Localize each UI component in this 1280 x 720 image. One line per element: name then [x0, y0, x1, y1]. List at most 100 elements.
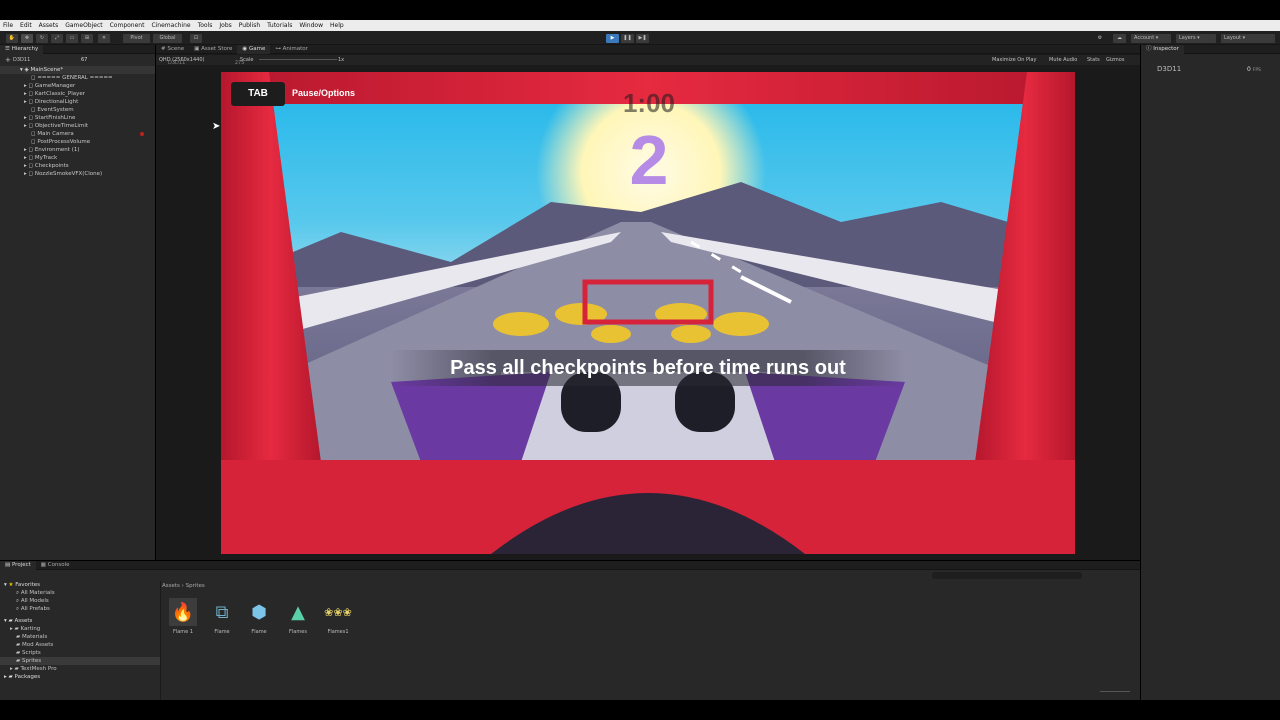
folder-item-label: Mod Assets	[21, 642, 54, 648]
menu-window[interactable]: Window	[299, 22, 323, 29]
cloud-icon[interactable]: ☁	[1113, 34, 1126, 43]
hierarchy-item[interactable]: ▸ ◻ GameManager	[0, 82, 155, 90]
global-toggle[interactable]: Global	[153, 34, 182, 43]
inspector-header: ⓘ Inspector	[1141, 44, 1280, 54]
tab-scene-label: Scene	[167, 45, 185, 52]
tab-inspector[interactable]: ⓘ Inspector	[1141, 44, 1184, 54]
asset-item[interactable]: ⬢ Flame	[244, 598, 274, 636]
scale-slider[interactable]	[259, 59, 337, 60]
folder-item[interactable]: ▸ ▰ Karting	[0, 625, 160, 633]
hierarchy-item[interactable]: ▸ ◻ NozzleSmokeVFX(Clone)	[0, 170, 155, 178]
view-tabs: # Scene ▣ Asset Store ◉ Game ⊶ Animator	[156, 44, 1140, 54]
hierarchy-item[interactable]: ▸ ◻ Checkpoints	[0, 162, 155, 170]
asset-item[interactable]: 🔥 Flame 1	[168, 598, 198, 635]
menu-publish[interactable]: Publish	[239, 22, 260, 29]
gizmos-dropdown[interactable]: Gizmos	[1106, 57, 1124, 63]
menu-component[interactable]: Component	[110, 22, 145, 29]
folder-item[interactable]: ▸ ▰ TextMesh Pro	[0, 665, 160, 673]
favorite-item[interactable]: ⌕ All Models	[0, 597, 160, 605]
step-button[interactable]: ▶❚	[636, 34, 649, 43]
rect-tool-icon[interactable]: ▭	[66, 34, 78, 43]
mute-audio-toggle[interactable]: Mute Audio	[1049, 57, 1077, 63]
asset-item[interactable]: ❀❀❀ Flames1	[321, 598, 355, 636]
menu-file[interactable]: File	[3, 22, 13, 29]
mouse-cursor-icon: ➤	[212, 121, 221, 132]
menu-cinemachine[interactable]: Cinemachine	[151, 22, 190, 29]
zoom-slider[interactable]	[1100, 691, 1130, 692]
play-button[interactable]: ▶	[606, 34, 619, 43]
hierarchy-item[interactable]: ▸ ◻ KartClassic_Player	[0, 90, 155, 98]
project-tabs: ▤ Project ▦ Console	[0, 560, 1140, 570]
menu-tutorials[interactable]: Tutorials	[267, 22, 292, 29]
packages-header[interactable]: ▸ ▰ Packages	[0, 673, 160, 681]
game-render[interactable]: TAB Pause/Options 1:00 2 Pass all checkp…	[221, 72, 1075, 554]
stats-toggle[interactable]: Stats	[1087, 57, 1100, 63]
favorite-item-label: All Models	[20, 598, 49, 604]
hierarchy-item[interactable]: ▸ ◻ StartFinishLine	[0, 114, 155, 122]
maximize-on-play-toggle[interactable]: Maximize On Play	[992, 57, 1036, 63]
tab-game[interactable]: ◉ Game	[237, 44, 271, 54]
collab-icon[interactable]: ⚙	[1094, 34, 1106, 43]
asset-label: Flame	[251, 629, 267, 635]
folder-item[interactable]: ▰ Sprites	[0, 657, 160, 665]
project-search-input[interactable]	[932, 572, 1082, 579]
scene-row[interactable]: ▾ ◈ MainScene*	[0, 66, 155, 74]
grid-snap-icon[interactable]: ⊡	[190, 34, 202, 43]
pivot-toggle[interactable]: Pivot	[123, 34, 150, 43]
tab-hierarchy[interactable]: ☰ Hierarchy	[0, 44, 44, 54]
hierarchy-item-label: GameManager	[34, 83, 76, 89]
tab-console[interactable]: ▦ Console	[36, 561, 75, 570]
hierarchy-item[interactable]: ◻ EventSystem	[0, 106, 155, 114]
tab-key-badge: TAB	[231, 82, 285, 106]
move-tool-icon[interactable]: ✥	[21, 34, 33, 43]
menu-tools[interactable]: Tools	[198, 22, 213, 29]
hierarchy-search-input[interactable]: D3D11	[13, 57, 30, 63]
custom-tool-icon[interactable]: ✕	[98, 34, 110, 43]
hierarchy-item[interactable]: ◻ Main Camera	[0, 130, 155, 138]
asset-label: Flame	[214, 629, 230, 635]
layout-dropdown[interactable]: Layout ▾	[1221, 34, 1275, 43]
add-icon[interactable]: +	[5, 56, 11, 64]
hierarchy-item[interactable]: ▸ ◻ MyTrack	[0, 154, 155, 162]
folder-item[interactable]: ▰ Materials	[0, 633, 160, 641]
breadcrumb-assets[interactable]: Assets	[162, 583, 180, 589]
assets-label: Assets	[14, 618, 33, 624]
account-dropdown[interactable]: Account ▾	[1131, 34, 1171, 43]
rotate-tool-icon[interactable]: ↻	[36, 34, 48, 43]
pause-button[interactable]: ❚❚	[621, 34, 634, 43]
asset-item[interactable]: ⧉ Flame	[207, 598, 237, 636]
menu-gameobject[interactable]: GameObject	[65, 22, 102, 29]
breadcrumb-sprites[interactable]: Sprites	[186, 583, 205, 589]
favorite-item[interactable]: ⌕ All Materials	[0, 589, 160, 597]
menu-assets[interactable]: Assets	[39, 22, 59, 29]
account-label: Account	[1134, 35, 1155, 41]
hierarchy-tab-label: Hierarchy	[11, 45, 39, 52]
hierarchy-item[interactable]: ◻ ===== GENERAL =====	[0, 74, 155, 82]
tab-animator[interactable]: ⊶ Animator	[270, 45, 313, 54]
favorite-item[interactable]: ⌕ All Prefabs	[0, 605, 160, 613]
menu-jobs[interactable]: Jobs	[219, 22, 231, 29]
tab-scene[interactable]: # Scene	[156, 45, 189, 54]
inspector-fps-unit: FPS	[1252, 68, 1261, 73]
folder-item[interactable]: ▰ Scripts	[0, 649, 160, 657]
scale-tool-icon[interactable]: ⤢	[51, 34, 63, 43]
hierarchy-item[interactable]: ▸ ◻ DirectionalLight	[0, 98, 155, 106]
inspector-panel: ⓘ Inspector D3D11 0 FPS	[1141, 44, 1280, 700]
tab-game-label: Game	[248, 45, 266, 52]
favorites-header[interactable]: ▾ ★ Favorites	[0, 581, 160, 589]
hierarchy-item[interactable]: ▸ ◻ Environment (1)	[0, 146, 155, 154]
folder-item-label: Materials	[21, 634, 48, 640]
assets-header[interactable]: ▾ ▰ Assets	[0, 617, 160, 625]
tab-asset-store[interactable]: ▣ Asset Store	[189, 45, 237, 54]
hand-tool-icon[interactable]: ✋	[6, 34, 18, 43]
asset-item[interactable]: ▲ Flames	[283, 598, 313, 636]
tab-project[interactable]: ▤ Project	[0, 560, 36, 570]
menu-help[interactable]: Help	[330, 22, 344, 29]
transform-tool-icon[interactable]: ⊞	[81, 34, 93, 43]
hierarchy-item-label: PostProcessVolume	[37, 139, 91, 145]
hierarchy-item[interactable]: ▸ ◻ ObjectiveTimeLimit	[0, 122, 155, 130]
hierarchy-item[interactable]: ◻ PostProcessVolume	[0, 138, 155, 146]
folder-item[interactable]: ▰ Mod Assets	[0, 641, 160, 649]
menu-edit[interactable]: Edit	[20, 22, 32, 29]
layers-dropdown[interactable]: Layers ▾	[1176, 34, 1216, 43]
